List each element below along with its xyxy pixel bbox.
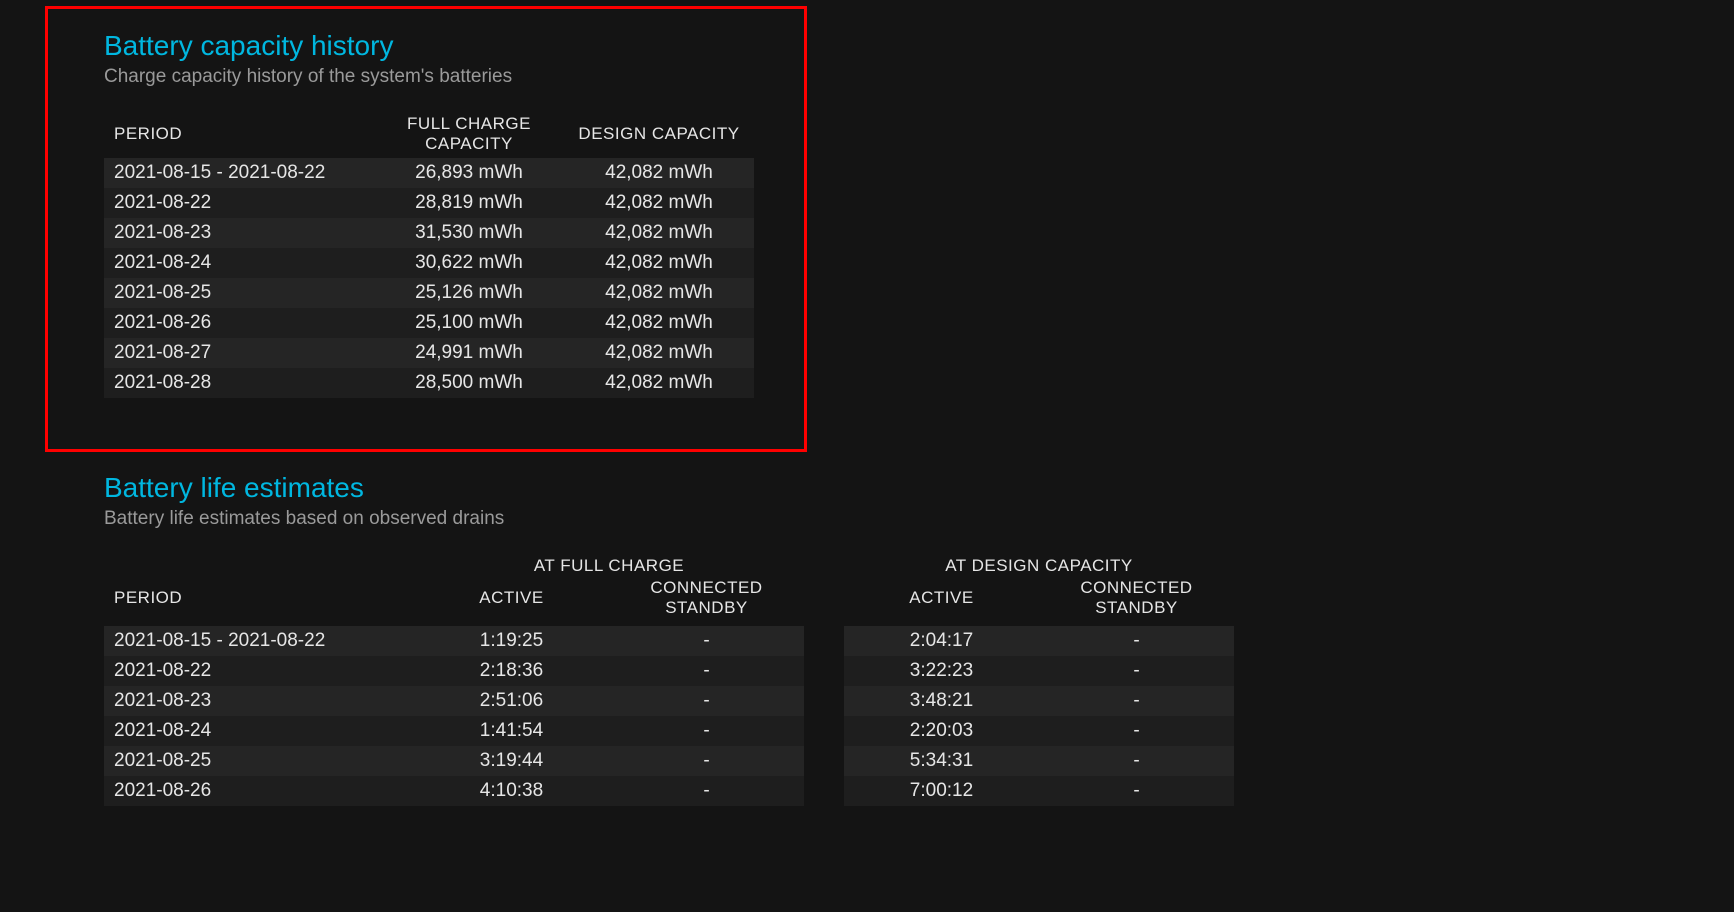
cell-design-capacity: 42,082 mWh (564, 308, 754, 338)
cell-dc-standby: - (1039, 746, 1234, 776)
cell-design-capacity: 42,082 mWh (564, 188, 754, 218)
col-group-full-charge: AT FULL CHARGE (414, 552, 804, 578)
cell-dc-active: 5:34:31 (844, 746, 1039, 776)
cell-dc-active: 3:22:23 (844, 656, 1039, 686)
cell-fc-standby: - (609, 746, 804, 776)
table-row: 2021-08-264:10:38-7:00:12- (104, 776, 1234, 806)
cell-design-capacity: 42,082 mWh (564, 338, 754, 368)
cell-period: 2021-08-28 (104, 368, 374, 398)
table-row: 2021-08-241:41:54-2:20:03- (104, 716, 1234, 746)
cell-dc-active: 3:48:21 (844, 686, 1039, 716)
cell-design-capacity: 42,082 mWh (564, 158, 754, 188)
cell-dc-standby: - (1039, 686, 1234, 716)
table-row: 2021-08-2625,100 mWh42,082 mWh (104, 308, 754, 338)
col-header-active-dc: ACTIVE (844, 578, 1039, 626)
cell-full-charge: 25,126 mWh (374, 278, 564, 308)
table-row: 2021-08-222:18:36-3:22:23- (104, 656, 1234, 686)
cell-fc-standby: - (609, 716, 804, 746)
cell-fc-standby: - (609, 626, 804, 656)
cell-design-capacity: 42,082 mWh (564, 278, 754, 308)
cell-fc-active: 1:41:54 (414, 716, 609, 746)
cell-fc-standby: - (609, 686, 804, 716)
cell-full-charge: 28,819 mWh (374, 188, 564, 218)
cell-fc-active: 3:19:44 (414, 746, 609, 776)
cell-fc-active: 4:10:38 (414, 776, 609, 806)
report-content: Battery capacity history Charge capacity… (0, 0, 1734, 806)
cell-full-charge: 25,100 mWh (374, 308, 564, 338)
cell-dc-standby: - (1039, 776, 1234, 806)
cell-fc-active: 1:19:25 (414, 626, 609, 656)
cell-period: 2021-08-22 (104, 656, 414, 686)
table-row: 2021-08-15 - 2021-08-221:19:25-2:04:17- (104, 626, 1234, 656)
cell-full-charge: 26,893 mWh (374, 158, 564, 188)
cell-period: 2021-08-25 (104, 278, 374, 308)
life-estimates-table: AT FULL CHARGE AT DESIGN CAPACITY PERIOD… (104, 552, 1234, 806)
cell-period: 2021-08-25 (104, 746, 414, 776)
table-row: 2021-08-2828,500 mWh42,082 mWh (104, 368, 754, 398)
col-header-full-charge: FULL CHARGE CAPACITY (374, 110, 564, 158)
cell-fc-active: 2:18:36 (414, 656, 609, 686)
table-row: 2021-08-2724,991 mWh42,082 mWh (104, 338, 754, 368)
cell-period: 2021-08-15 - 2021-08-22 (104, 158, 374, 188)
col-header-period: PERIOD (104, 110, 374, 158)
table-row: 2021-08-232:51:06-3:48:21- (104, 686, 1234, 716)
capacity-history-subtitle: Charge capacity history of the system's … (104, 66, 1734, 88)
col-header-standby-fc: CONNECTED STANDBY (609, 578, 804, 626)
cell-full-charge: 31,530 mWh (374, 218, 564, 248)
table-row: 2021-08-253:19:44-5:34:31- (104, 746, 1234, 776)
cell-fc-active: 2:51:06 (414, 686, 609, 716)
capacity-history-table: PERIOD FULL CHARGE CAPACITY DESIGN CAPAC… (104, 110, 754, 398)
cell-full-charge: 30,622 mWh (374, 248, 564, 278)
table-row: 2021-08-2331,530 mWh42,082 mWh (104, 218, 754, 248)
cell-period: 2021-08-26 (104, 776, 414, 806)
table-row: 2021-08-2228,819 mWh42,082 mWh (104, 188, 754, 218)
cell-period: 2021-08-24 (104, 716, 414, 746)
capacity-history-title: Battery capacity history (104, 30, 1734, 62)
cell-period: 2021-08-26 (104, 308, 374, 338)
col-header-period: PERIOD (104, 578, 414, 626)
cell-period: 2021-08-27 (104, 338, 374, 368)
col-header-standby-dc: CONNECTED STANDBY (1039, 578, 1234, 626)
cell-period: 2021-08-24 (104, 248, 374, 278)
cell-dc-standby: - (1039, 656, 1234, 686)
col-header-active-fc: ACTIVE (414, 578, 609, 626)
col-header-design-capacity: DESIGN CAPACITY (564, 110, 754, 158)
cell-dc-active: 2:20:03 (844, 716, 1039, 746)
table-row: 2021-08-2525,126 mWh42,082 mWh (104, 278, 754, 308)
cell-period: 2021-08-23 (104, 686, 414, 716)
cell-period: 2021-08-15 - 2021-08-22 (104, 626, 414, 656)
table-row: 2021-08-2430,622 mWh42,082 mWh (104, 248, 754, 278)
cell-design-capacity: 42,082 mWh (564, 218, 754, 248)
cell-dc-active: 7:00:12 (844, 776, 1039, 806)
life-estimates-subtitle: Battery life estimates based on observed… (104, 508, 1734, 530)
life-estimates-title: Battery life estimates (104, 472, 1734, 504)
cell-dc-standby: - (1039, 716, 1234, 746)
cell-dc-standby: - (1039, 626, 1234, 656)
cell-fc-standby: - (609, 776, 804, 806)
cell-period: 2021-08-22 (104, 188, 374, 218)
col-group-design-capacity: AT DESIGN CAPACITY (844, 552, 1234, 578)
cell-design-capacity: 42,082 mWh (564, 368, 754, 398)
cell-design-capacity: 42,082 mWh (564, 248, 754, 278)
cell-full-charge: 24,991 mWh (374, 338, 564, 368)
cell-period: 2021-08-23 (104, 218, 374, 248)
cell-full-charge: 28,500 mWh (374, 368, 564, 398)
table-row: 2021-08-15 - 2021-08-2226,893 mWh42,082 … (104, 158, 754, 188)
cell-dc-active: 2:04:17 (844, 626, 1039, 656)
cell-fc-standby: - (609, 656, 804, 686)
